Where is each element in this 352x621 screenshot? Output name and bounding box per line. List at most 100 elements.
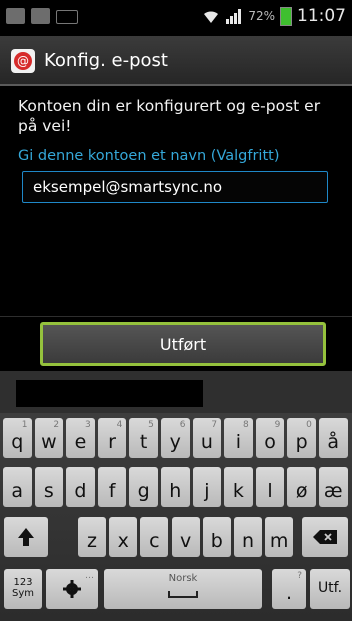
notification-icons	[6, 8, 78, 24]
signal-icon	[226, 9, 242, 24]
key-j-label: j	[204, 480, 210, 502]
key-å[interactable]: å	[319, 418, 348, 458]
key-c[interactable]: c	[140, 517, 169, 557]
key-g[interactable]: g	[129, 467, 158, 507]
shift-key[interactable]	[4, 517, 48, 557]
image-notification-icon	[31, 8, 50, 24]
key-n-label: n	[241, 530, 255, 552]
battery-icon	[280, 6, 292, 26]
key-s-label: s	[43, 480, 54, 502]
key-k[interactable]: k	[224, 467, 253, 507]
space-key-language: Norsk	[168, 573, 198, 584]
done-button[interactable]: Utført	[40, 322, 326, 366]
system-indicators: 72% 11:07	[202, 6, 346, 26]
key-t[interactable]: 5t	[129, 418, 158, 458]
account-name-value: eksempel@smartsync.no	[33, 178, 223, 196]
key-z[interactable]: z	[78, 517, 106, 557]
space-key[interactable]: Norsk	[104, 569, 262, 609]
key-e[interactable]: 3e	[66, 418, 95, 458]
key-k-label: k	[232, 480, 244, 502]
key-e-label: e	[74, 431, 87, 453]
key-d[interactable]: d	[66, 467, 95, 507]
key-å-label: å	[327, 431, 340, 453]
key-w-sub: 2	[53, 420, 60, 430]
key-b-label: b	[210, 530, 223, 552]
key-f[interactable]: f	[97, 467, 127, 507]
key-l[interactable]: l	[255, 467, 285, 507]
shift-icon	[18, 528, 34, 546]
key-o[interactable]: 9o	[255, 418, 285, 458]
keyboard: 1q2w3e4r5t6y7u8i9o0på asdfghjkløæ zxcvbn…	[0, 413, 352, 621]
key-m[interactable]: m	[265, 517, 294, 557]
key-q[interactable]: 1q	[3, 418, 32, 458]
suggestion-bar	[0, 371, 352, 413]
key-a[interactable]: a	[3, 467, 32, 507]
key-r-sub: 4	[116, 420, 123, 430]
key-g-label: g	[137, 480, 150, 502]
period-key-sub: ?	[297, 571, 302, 581]
key-b[interactable]: b	[202, 517, 231, 557]
divider	[0, 316, 352, 317]
key-i[interactable]: 8i	[224, 418, 253, 458]
key-u[interactable]: 7u	[192, 418, 222, 458]
status-message: Kontoen din er konfigurert og e-post er …	[18, 97, 321, 135]
title-bar: @ Konfig. e-post	[0, 36, 352, 86]
key-p[interactable]: 0p	[287, 418, 316, 458]
key-ø-label: ø	[295, 480, 308, 502]
key-æ-label: æ	[323, 480, 343, 502]
settings-key-dots: …	[85, 571, 94, 581]
symbols-key-label-top: 123	[13, 577, 33, 588]
key-o-label: o	[264, 431, 276, 453]
battery-percent: 72%	[248, 9, 275, 23]
enter-key[interactable]: Utf.	[310, 569, 350, 609]
key-a-label: a	[11, 480, 24, 502]
key-p-sub: 0	[306, 420, 312, 430]
key-n[interactable]: n	[234, 517, 262, 557]
backspace-key[interactable]	[302, 517, 348, 557]
key-i-label: i	[235, 431, 242, 453]
key-t-label: t	[139, 431, 148, 453]
period-key-label: .	[285, 582, 293, 604]
key-y[interactable]: 6y	[161, 418, 190, 458]
key-z-label: z	[87, 530, 97, 552]
key-s[interactable]: s	[34, 467, 64, 507]
key-h[interactable]: h	[161, 467, 190, 507]
key-v[interactable]: v	[171, 517, 200, 557]
key-m-label: m	[269, 530, 289, 552]
key-j[interactable]: j	[192, 467, 222, 507]
keyboard-notification-icon	[56, 10, 78, 24]
done-button-label: Utført	[159, 335, 207, 354]
key-w[interactable]: 2w	[34, 418, 64, 458]
key-x-label: x	[117, 530, 129, 552]
page-title: Konfig. e-post	[44, 50, 168, 71]
key-u-label: u	[200, 431, 213, 453]
key-f-label: f	[108, 480, 116, 502]
backspace-icon	[313, 530, 337, 544]
key-x[interactable]: x	[109, 517, 138, 557]
key-c-label: c	[149, 530, 160, 552]
period-key[interactable]: ? .	[272, 569, 306, 609]
key-d-label: d	[74, 480, 87, 502]
key-o-sub: 9	[274, 420, 281, 430]
symbols-key[interactable]: 123 Sym	[4, 569, 42, 609]
enter-key-label: Utf.	[317, 580, 343, 596]
space-icon	[168, 591, 198, 598]
key-l-label: l	[267, 480, 273, 502]
key-y-label: y	[169, 431, 181, 453]
key-y-sub: 6	[179, 420, 186, 430]
key-u-sub: 7	[211, 420, 218, 430]
account-name-input[interactable]: eksempel@smartsync.no	[22, 171, 328, 203]
symbols-key-label-bottom: Sym	[11, 588, 34, 599]
key-æ[interactable]: æ	[319, 467, 348, 507]
key-q-label: q	[11, 431, 24, 453]
key-i-sub: 8	[242, 420, 249, 430]
settings-key[interactable]: …	[46, 569, 98, 609]
key-r[interactable]: 4r	[97, 418, 127, 458]
clock: 11:07	[297, 6, 346, 26]
key-v-label: v	[179, 530, 192, 552]
wifi-icon	[204, 11, 219, 23]
account-name-label: Gi denne kontoen et navn (Valgfritt)	[18, 148, 280, 164]
key-ø[interactable]: ø	[287, 467, 316, 507]
suggestion-area[interactable]	[16, 380, 203, 407]
key-e-sub: 3	[84, 420, 91, 430]
